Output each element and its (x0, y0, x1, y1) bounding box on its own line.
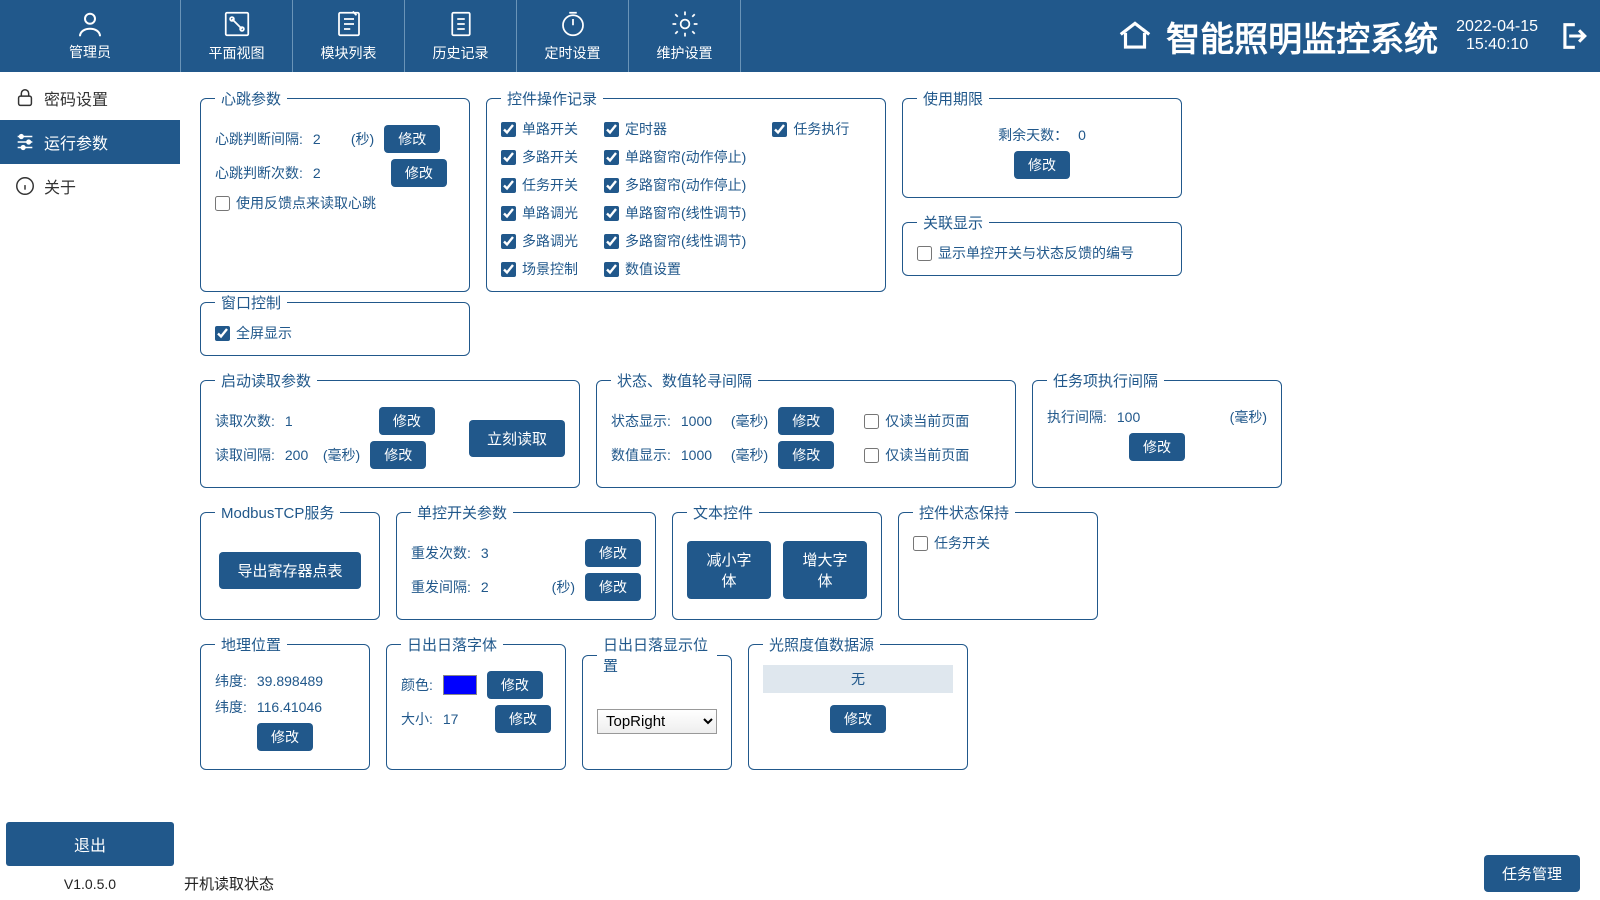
retry-count-modify[interactable]: 修改 (585, 539, 641, 567)
heartbeat-feedback-checkbox[interactable]: 使用反馈点来读取心跳 (215, 193, 455, 213)
home-icon (1116, 17, 1154, 55)
header-time: 15:40:10 (1466, 36, 1528, 54)
group-poll: 状态、数值轮寻间隔 状态显示: 1000 (毫秒) 修改 仅读当前页面 数值显示… (596, 370, 1016, 488)
export-register-table[interactable]: 导出寄存器点表 (219, 552, 360, 589)
group-heartbeat: 心跳参数 心跳判断间隔: 2 (秒) 修改 心跳判断次数: 2 修改 使用反馈点… (200, 88, 470, 292)
sun-color-swatch[interactable] (443, 675, 477, 695)
geo-modify[interactable]: 修改 (257, 723, 313, 751)
usage-modify[interactable]: 修改 (1014, 151, 1070, 179)
group-state-keep: 控件状态保持 任务开关 (898, 502, 1098, 620)
task-interval-modify[interactable]: 修改 (1129, 433, 1185, 461)
nav-history[interactable]: 历史记录 (405, 0, 517, 72)
group-light-src: 光照度值数据源 无 修改 (748, 634, 968, 770)
oplog-checkbox[interactable]: 数值设置 (604, 259, 746, 279)
group-sunpos: 日出日落显示位置 TopRight (582, 634, 732, 770)
oplog-checkbox[interactable]: 场景控制 (501, 259, 578, 279)
oplog-checkbox[interactable]: 单路开关 (501, 119, 578, 139)
header-datetime: 2022-04-15 15:40:10 (1450, 0, 1544, 72)
sunpos-select[interactable]: TopRight (597, 709, 717, 734)
group-geo: 地理位置 纬度:39.898489 纬度:116.41046 修改 (200, 634, 370, 770)
oplog-checkbox[interactable]: 多路窗帘(动作停止) (604, 175, 746, 195)
task-management-button[interactable]: 任务管理 (1484, 855, 1580, 892)
font-decrease[interactable]: 减小字体 (687, 541, 771, 599)
sun-color-modify[interactable]: 修改 (487, 671, 543, 699)
nav-plan-view[interactable]: 平面视图 (181, 0, 293, 72)
startup-interval-modify[interactable]: 修改 (370, 441, 426, 469)
version-label: V1.0.5.0 (0, 870, 180, 900)
poll-status-modify[interactable]: 修改 (778, 407, 834, 435)
poll-value-modify[interactable]: 修改 (778, 441, 834, 469)
group-text-ctrl: 文本控件 减小字体 增大字体 (672, 502, 882, 620)
group-link-display: 关联显示 显示单控开关与状态反馈的编号 (902, 212, 1182, 276)
logout-icon (1555, 19, 1589, 53)
header-date: 2022-04-15 (1456, 18, 1538, 36)
boot-read-status: 开机读取状态 (184, 873, 274, 894)
state-keep-checkbox[interactable]: 任务开关 (913, 533, 1083, 553)
light-src-modify[interactable]: 修改 (830, 705, 886, 733)
link-display-checkbox[interactable]: 显示单控开关与状态反馈的编号 (917, 243, 1167, 263)
app-title-container: 智能照明监控系统 (1116, 0, 1450, 72)
oplog-checkbox[interactable]: 单路窗帘(线性调节) (604, 203, 746, 223)
timer-icon (558, 9, 588, 39)
header-user: 管理员 (0, 0, 180, 72)
history-icon (446, 9, 476, 39)
info-icon (14, 175, 36, 197)
font-increase[interactable]: 增大字体 (783, 541, 867, 599)
nav-module-list[interactable]: 模块列表 (293, 0, 405, 72)
oplog-checkbox[interactable]: 定时器 (604, 119, 746, 139)
heartbeat-interval-modify[interactable]: 修改 (384, 125, 440, 153)
sun-size-modify[interactable]: 修改 (495, 705, 551, 733)
group-oplog: 控件操作记录 单路开关多路开关任务开关单路调光多路调光场景控制 定时器单路窗帘(… (486, 88, 886, 292)
read-now-button[interactable]: 立刻读取 (469, 420, 565, 457)
oplog-checkbox[interactable]: 多路开关 (501, 147, 578, 167)
group-modbus: ModbusTCP服务 导出寄存器点表 (200, 502, 380, 620)
retry-interval-modify[interactable]: 修改 (585, 573, 641, 601)
logout-button[interactable] (1544, 0, 1600, 72)
exit-button[interactable]: 退出 (6, 822, 174, 866)
sidebar-item-about[interactable]: 关于 (0, 164, 180, 208)
oplog-checkbox[interactable]: 多路调光 (501, 231, 578, 251)
module-list-icon (334, 9, 364, 39)
plan-view-icon (222, 9, 252, 39)
user-icon (75, 10, 105, 40)
poll-value-curpage[interactable]: 仅读当前页面 (864, 445, 969, 465)
sidebar-item-runtime-params[interactable]: 运行参数 (0, 120, 180, 164)
oplog-checkbox[interactable]: 单路窗帘(动作停止) (604, 147, 746, 167)
gear-icon (670, 9, 700, 39)
group-window: 窗口控制 全屏显示 (200, 292, 470, 356)
group-startup: 启动读取参数 读取次数: 1 修改 读取间隔: 200 (毫秒) (200, 370, 580, 488)
oplog-checkbox[interactable]: 单路调光 (501, 203, 578, 223)
oplog-checkbox[interactable]: 多路窗帘(线性调节) (604, 231, 746, 251)
sidebar-item-password[interactable]: 密码设置 (0, 76, 180, 120)
oplog-checkbox[interactable]: 任务开关 (501, 175, 578, 195)
sliders-icon (14, 131, 36, 153)
light-src-display: 无 (763, 665, 953, 693)
nav-maintenance[interactable]: 维护设置 (629, 0, 741, 72)
fullscreen-checkbox[interactable]: 全屏显示 (215, 323, 455, 343)
nav-timer[interactable]: 定时设置 (517, 0, 629, 72)
group-single-switch: 单控开关参数 重发次数: 3 修改 重发间隔: 2 (秒) 修改 (396, 502, 656, 620)
lock-icon (14, 87, 36, 109)
group-task-interval: 任务项执行间隔 执行间隔: 100 (毫秒) 修改 (1032, 370, 1282, 488)
oplog-checkbox[interactable]: 任务执行 (772, 119, 849, 139)
group-sunfont: 日出日落字体 颜色: 修改 大小: 17 修改 (386, 634, 566, 770)
app-title: 智能照明监控系统 (1166, 12, 1438, 61)
heartbeat-count-modify[interactable]: 修改 (391, 159, 447, 187)
group-usage: 使用期限 剩余天数： 0 修改 (902, 88, 1182, 198)
poll-status-curpage[interactable]: 仅读当前页面 (864, 411, 969, 431)
user-label: 管理员 (69, 42, 111, 62)
startup-count-modify[interactable]: 修改 (379, 407, 435, 435)
